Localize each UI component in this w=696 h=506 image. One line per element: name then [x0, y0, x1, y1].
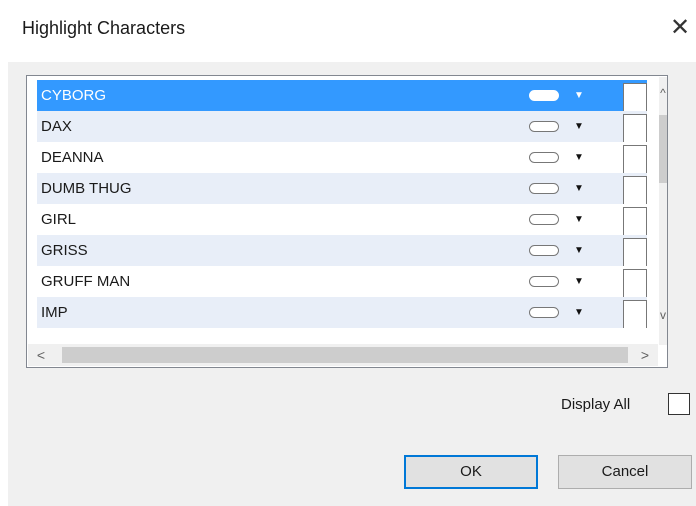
chevron-down-icon[interactable]: ▼ — [569, 80, 589, 111]
chevron-down-icon[interactable]: ▼ — [569, 142, 589, 173]
character-name: GRUFF MAN — [41, 273, 131, 290]
chevron-down-icon[interactable]: ▼ — [569, 266, 589, 297]
character-row[interactable]: DUMB THUG ▼ — [37, 173, 647, 204]
highlight-color-swatch[interactable] — [529, 245, 559, 256]
highlight-color-swatch[interactable] — [529, 121, 559, 132]
character-checkbox[interactable] — [623, 238, 647, 266]
highlight-color-swatch[interactable] — [529, 276, 559, 287]
highlight-color-swatch[interactable] — [529, 214, 559, 225]
scroll-up-icon[interactable]: ^ — [659, 83, 667, 103]
ok-button[interactable]: OK — [404, 455, 538, 489]
character-name: GIRL — [41, 211, 77, 228]
cancel-button[interactable]: Cancel — [558, 455, 692, 489]
scroll-right-icon[interactable]: > — [634, 344, 656, 366]
character-row[interactable]: CYBORG ▼ — [37, 80, 647, 111]
dialog-title: Highlight Characters — [22, 18, 186, 38]
chevron-down-icon[interactable]: ▼ — [569, 173, 589, 204]
character-checkbox[interactable] — [623, 207, 647, 235]
highlight-color-swatch[interactable] — [529, 152, 559, 163]
horizontal-scrollbar[interactable]: < > — [28, 344, 658, 366]
highlight-color-swatch[interactable] — [529, 90, 559, 101]
character-name: GRISS — [41, 242, 88, 259]
character-checkbox[interactable] — [623, 114, 647, 142]
character-name: CYBORG — [41, 87, 107, 104]
vertical-scrollbar[interactable]: ^ v — [659, 77, 667, 345]
chevron-down-icon[interactable]: ▼ — [569, 297, 589, 328]
vertical-scroll-thumb[interactable] — [659, 115, 667, 183]
character-checkbox[interactable] — [623, 176, 647, 204]
character-list[interactable]: CYBORG ▼ DAX ▼ DEANNA ▼ DUMB THUG ▼ GIRL ▼ GRISS ▼ G… — [26, 75, 668, 368]
character-checkbox[interactable] — [623, 269, 647, 297]
horizontal-scroll-thumb[interactable] — [62, 347, 628, 363]
character-row[interactable]: IMP ▼ — [37, 297, 647, 328]
scroll-down-icon[interactable]: v — [659, 305, 667, 325]
character-checkbox[interactable] — [623, 300, 647, 328]
character-name: IMP — [41, 304, 68, 321]
character-checkbox[interactable] — [623, 83, 647, 111]
highlight-color-swatch[interactable] — [529, 307, 559, 318]
character-row[interactable]: DEANNA ▼ — [37, 142, 647, 173]
chevron-down-icon[interactable]: ▼ — [569, 235, 589, 266]
character-row[interactable]: DAX ▼ — [37, 111, 647, 142]
character-name: DUMB THUG — [41, 180, 132, 197]
character-name: DAX — [41, 118, 72, 135]
close-icon[interactable]: ✕ — [668, 14, 692, 42]
highlight-color-swatch[interactable] — [529, 183, 559, 194]
character-row[interactable]: GIRL ▼ — [37, 204, 647, 235]
character-row[interactable]: GRISS ▼ — [37, 235, 647, 266]
display-all-label: Display All — [561, 396, 631, 413]
chevron-down-icon[interactable]: ▼ — [569, 204, 589, 235]
character-row[interactable]: GRUFF MAN ▼ — [37, 266, 647, 297]
dialog-titlebar: Highlight Characters ✕ — [0, 0, 696, 62]
display-all-checkbox[interactable] — [668, 393, 690, 415]
character-name: DEANNA — [41, 149, 104, 166]
character-checkbox[interactable] — [623, 145, 647, 173]
scroll-left-icon[interactable]: < — [30, 344, 52, 366]
chevron-down-icon[interactable]: ▼ — [569, 111, 589, 142]
